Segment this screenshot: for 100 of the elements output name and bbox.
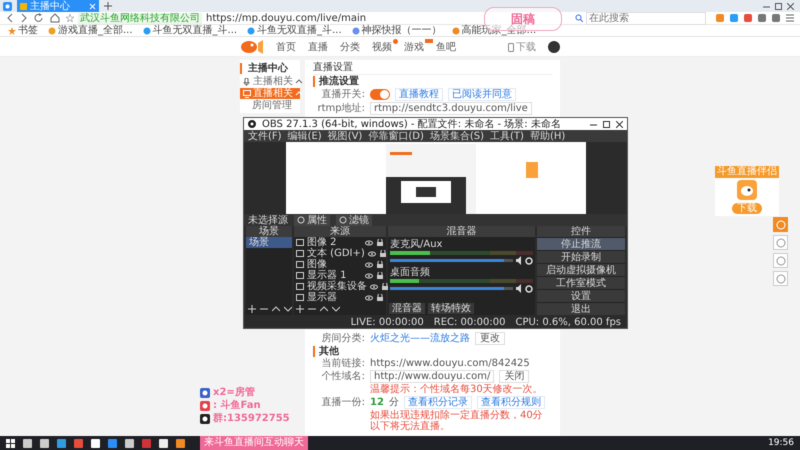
back-icon[interactable] xyxy=(6,13,14,23)
status-text: LIVE: 00:00:00 xyxy=(350,316,424,328)
dock-tab[interactable]: 转场特效 xyxy=(428,303,474,314)
change-button[interactable]: 更改 xyxy=(475,332,505,345)
up-icon[interactable] xyxy=(320,305,328,313)
score-value: 12 xyxy=(370,397,384,408)
avatar[interactable] xyxy=(548,41,560,53)
nav-link[interactable]: 鱼吧 xyxy=(436,42,456,52)
down-icon[interactable] xyxy=(332,305,340,313)
fish-logo-icon xyxy=(240,40,264,54)
domain-field[interactable]: http://www.douyu.com/ xyxy=(370,370,494,383)
microphone-icon xyxy=(243,78,251,86)
dock-header: 混音器 xyxy=(388,226,535,237)
category-link[interactable]: 火炬之光——流放之路 xyxy=(370,333,470,344)
search-field[interactable]: 在此搜索 xyxy=(586,12,706,24)
source-item[interactable]: 文本 (GDI+) xyxy=(294,248,386,259)
side-tool-button[interactable] xyxy=(773,235,788,250)
rtmp-field[interactable]: rtmp://sendtc3.douyu.com/live xyxy=(370,102,532,115)
link-button[interactable]: 直播教程 xyxy=(395,88,443,101)
download-link[interactable]: 下载 xyxy=(508,42,536,52)
link-button[interactable]: 查看积分规则 xyxy=(476,396,545,409)
eye-icon[interactable] xyxy=(365,272,373,278)
menu-icon[interactable] xyxy=(786,14,794,22)
sidebar-title: 主播中心 xyxy=(240,63,300,74)
eye-icon[interactable] xyxy=(368,250,376,256)
scene-item[interactable]: 场景 xyxy=(246,237,292,248)
reload-icon[interactable] xyxy=(34,13,44,23)
bookmark-link[interactable]: 神探快报（一一） xyxy=(352,25,442,36)
menu-item[interactable]: 编辑(E) xyxy=(288,130,322,142)
nav-link[interactable]: 首页 xyxy=(276,42,296,52)
down-icon[interactable] xyxy=(284,305,292,313)
up-icon[interactable] xyxy=(272,305,280,313)
address-field[interactable]: 武汉斗鱼网络科技有限公司 https://mp.douyu.com/live/main xyxy=(66,12,436,24)
bookmark-link[interactable]: 书签 xyxy=(8,25,38,36)
eye-icon[interactable] xyxy=(370,284,378,290)
maximize-icon[interactable] xyxy=(775,2,782,10)
new-tab-icon[interactable] xyxy=(104,2,112,10)
menu-item[interactable]: 工具(T) xyxy=(490,130,524,142)
eye-icon[interactable] xyxy=(365,240,373,246)
link-button[interactable]: 查看积分记录 xyxy=(404,396,472,409)
menu-item[interactable]: 文件(F) xyxy=(248,130,282,142)
forward-icon[interactable] xyxy=(20,13,28,23)
lock-icon[interactable] xyxy=(376,272,384,279)
lock-icon[interactable] xyxy=(376,261,384,268)
side-tool-button[interactable] xyxy=(773,271,788,286)
source-item[interactable]: 显示器 1 xyxy=(294,270,386,281)
live-switch[interactable] xyxy=(370,89,390,100)
lock-icon[interactable] xyxy=(376,294,384,301)
url-text: https://mp.douyu.com/live/main xyxy=(206,12,366,24)
source-item[interactable]: 视频采集设备 xyxy=(294,281,386,292)
menu-item[interactable]: 视图(V) xyxy=(328,130,362,142)
domain-dropdown[interactable]: 关闭 xyxy=(499,370,530,383)
star-icon[interactable] xyxy=(66,14,74,22)
control-button[interactable]: 退出 xyxy=(537,303,625,315)
control-button[interactable]: 设置 xyxy=(537,290,625,302)
menu-item[interactable]: 帮助(H) xyxy=(530,130,566,142)
add-icon[interactable] xyxy=(296,305,304,313)
eye-icon[interactable] xyxy=(365,262,373,268)
source-item[interactable]: 图像 2 xyxy=(294,237,386,248)
lock-icon[interactable] xyxy=(376,239,384,246)
speaker-icon[interactable] xyxy=(516,256,522,265)
control-button[interactable]: 工作室模式 xyxy=(537,277,625,289)
toolbar-button[interactable]: 属性 xyxy=(294,214,330,226)
control-button[interactable]: 开始录制 xyxy=(537,251,625,263)
start-icon[interactable] xyxy=(6,438,15,448)
nav-link[interactable]: 游戏 xyxy=(404,42,424,52)
nav-link[interactable]: 视频 xyxy=(372,42,392,52)
eye-icon[interactable] xyxy=(365,294,373,300)
menu-item[interactable]: 停靠窗口(D) xyxy=(368,130,424,142)
bookmark-link[interactable]: 游戏直播_全部... xyxy=(48,25,133,36)
clock-text: 19:56 xyxy=(768,438,794,448)
volume-slider[interactable] xyxy=(390,259,504,262)
penguin-icon xyxy=(200,414,210,424)
nav-link[interactable]: 分类 xyxy=(340,42,360,52)
sidebar-subitem[interactable]: 房间管理 xyxy=(240,100,300,111)
sidebar-item[interactable]: 主播相关 xyxy=(240,76,300,87)
source-item[interactable]: 显示器 xyxy=(294,292,386,303)
toolbar-button[interactable]: 滤镜 xyxy=(336,214,372,226)
control-button[interactable]: 启动虚拟摄像机 xyxy=(537,264,625,276)
maximize-icon[interactable] xyxy=(603,120,610,128)
fish-app-icon xyxy=(737,180,757,200)
speaker-icon[interactable] xyxy=(516,284,522,293)
close-icon[interactable] xyxy=(787,2,794,10)
lock-icon[interactable] xyxy=(381,283,389,290)
bookmark-link[interactable]: 斗鱼无双直播_斗... xyxy=(142,25,238,36)
side-tool-button[interactable] xyxy=(773,253,788,268)
field-label: 直播开关: xyxy=(320,89,365,100)
add-icon[interactable] xyxy=(248,305,256,313)
link-button[interactable]: 已阅读并同意 xyxy=(448,88,516,101)
source-item[interactable]: 图像 xyxy=(294,259,386,270)
menu-item[interactable]: 场景集合(S) xyxy=(430,130,484,142)
bookmark-link[interactable]: 斗鱼无双直播_斗... xyxy=(247,25,342,36)
page-icon xyxy=(247,26,256,34)
volume-slider[interactable] xyxy=(390,287,504,290)
nav-link[interactable]: 直播 xyxy=(308,42,328,52)
dock-tab[interactable]: 混音器 xyxy=(389,303,425,314)
close-icon[interactable] xyxy=(616,120,623,128)
lock-icon[interactable] xyxy=(378,250,387,257)
field-label: 当前链接: xyxy=(320,358,365,369)
control-button[interactable]: 停止推流 xyxy=(537,238,625,250)
